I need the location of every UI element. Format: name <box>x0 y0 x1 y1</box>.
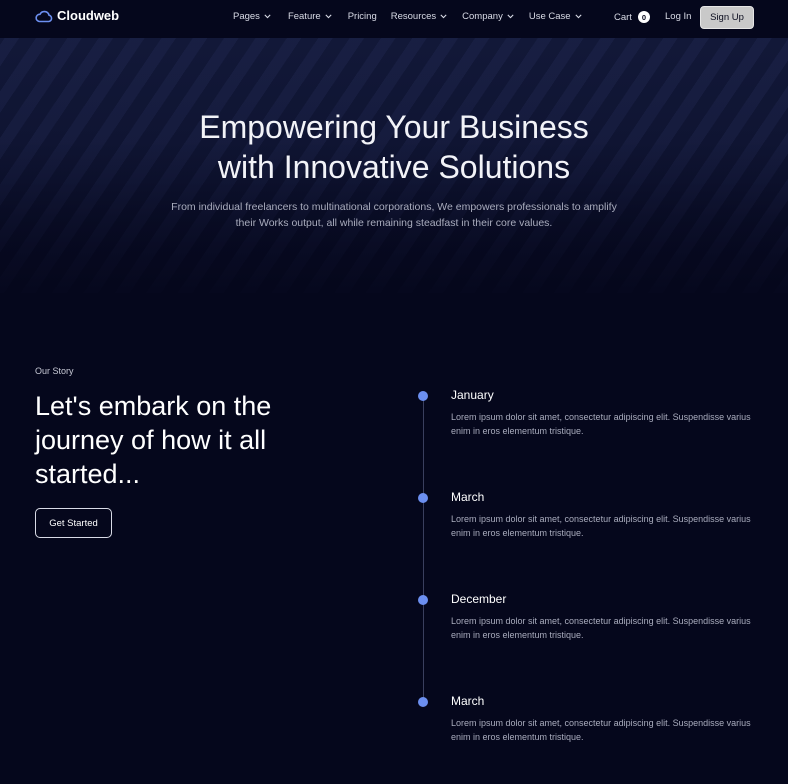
cloud-icon <box>35 9 53 23</box>
menu-item-pricing[interactable]: Pricing <box>348 11 377 22</box>
timeline-item: January Lorem ipsum dolor sit amet, cons… <box>0 388 788 491</box>
chevron-down-icon <box>325 11 332 22</box>
cart-label: Cart <box>614 11 632 23</box>
menu-item-use-case[interactable]: Use Case <box>529 11 582 22</box>
login-link[interactable]: Log In <box>665 11 691 22</box>
dot-icon <box>418 391 428 401</box>
brand-logo[interactable]: Cloudweb <box>35 8 119 23</box>
timeline-item-description: Lorem ipsum dolor sit amet, consectetur … <box>451 412 751 436</box>
menu-item-label: Pages <box>233 11 260 22</box>
timeline-item: December Lorem ipsum dolor sit amet, con… <box>0 592 788 695</box>
hero-title-line-2: with Innovative Solutions <box>217 149 571 185</box>
timeline-item-title: January <box>451 388 494 402</box>
hero-title: Empowering Your Business with Innovative… <box>0 107 788 187</box>
menu-item-pages[interactable]: Pages <box>233 11 271 22</box>
timeline-item-title: March <box>451 694 485 708</box>
cart-count-badge: 0 <box>637 11 650 23</box>
main-menu: Pages Feature Pricing Resources Company … <box>233 11 582 22</box>
hero-subtitle: From individual freelancers to multinati… <box>171 201 617 229</box>
brand-name: Cloudweb <box>57 8 120 23</box>
chevron-down-icon <box>507 11 514 22</box>
timeline-item-description: Lorem ipsum dolor sit amet, consectetur … <box>451 514 751 538</box>
hero-title-line-1: Empowering Your Business <box>199 109 589 145</box>
chevron-down-icon <box>440 11 447 22</box>
chevron-down-icon <box>574 11 582 22</box>
signup-button[interactable]: Sign Up <box>700 6 754 29</box>
menu-item-company[interactable]: Company <box>462 11 514 22</box>
top-navigation: Cloudweb Pages Feature Pricing Resources… <box>0 0 788 38</box>
section-eyebrow: Our Story <box>35 366 74 376</box>
timeline-item-description: Lorem ipsum dolor sit amet, consectetur … <box>451 718 751 742</box>
timeline-item-description: Lorem ipsum dolor sit amet, consectetur … <box>451 616 751 640</box>
menu-item-label: Use Case <box>528 11 571 22</box>
menu-item-label: Resources <box>390 11 437 22</box>
dot-icon <box>418 595 428 605</box>
timeline-item: March Lorem ipsum dolor sit amet, consec… <box>0 490 788 593</box>
menu-item-label: Company <box>462 11 503 22</box>
cart-link[interactable]: Cart 0 <box>614 11 650 23</box>
chevron-down-icon <box>264 11 271 22</box>
menu-item-resources[interactable]: Resources <box>391 11 447 22</box>
menu-item-label: Pricing <box>347 11 377 22</box>
timeline-item-title: March <box>451 490 485 504</box>
hero-section: Empowering Your Business with Innovative… <box>0 38 788 293</box>
timeline-item-title: December <box>451 592 507 606</box>
dot-icon <box>418 697 428 707</box>
menu-item-label: Feature <box>287 11 321 22</box>
menu-item-feature[interactable]: Feature <box>288 11 332 22</box>
dot-icon <box>418 493 428 503</box>
timeline-item: March Lorem ipsum dolor sit amet, consec… <box>0 694 788 784</box>
